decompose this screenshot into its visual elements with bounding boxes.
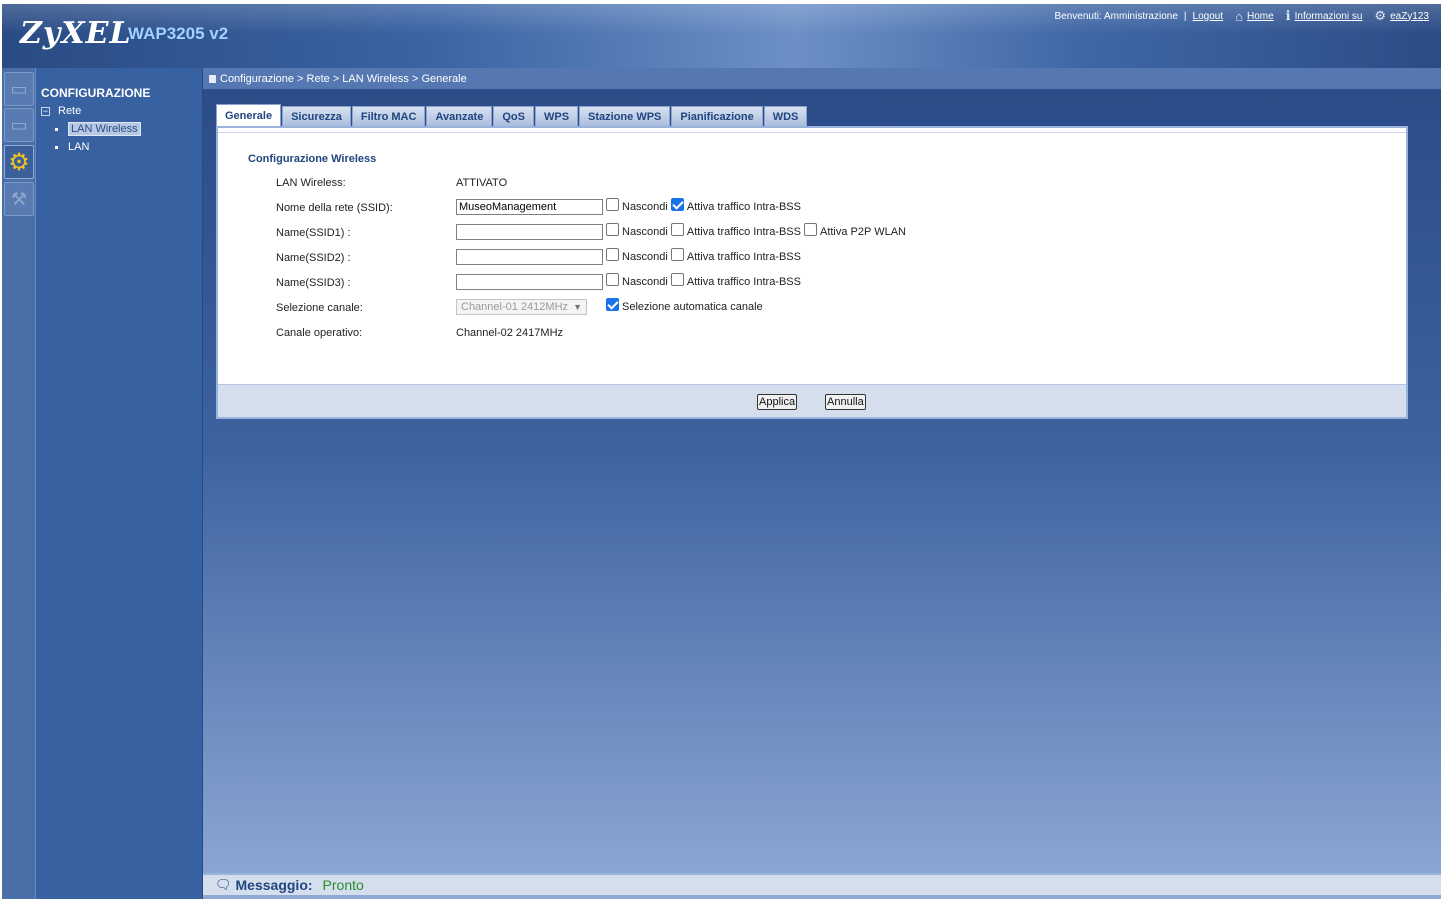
home-icon: ⌂ xyxy=(1235,8,1243,24)
network-monitor-icon[interactable]: ▭ xyxy=(4,108,34,142)
tree-group-label: Rete xyxy=(58,105,82,117)
info-icon: ℹ xyxy=(1285,8,1291,23)
chevron-down-icon: ▼ xyxy=(573,302,582,312)
ssid2-intra-bss-label: Attiva traffico Intra-BSS xyxy=(686,251,801,263)
wizard-icon: ⚙ xyxy=(1374,8,1387,23)
ssid-label: Nome della rete (SSID): xyxy=(276,202,393,214)
ssid3-intra-bss-label: Attiva traffico Intra-BSS xyxy=(686,276,801,288)
ssid-intra-bss-checkbox[interactable] xyxy=(670,197,684,211)
message-value: Pronto xyxy=(322,877,364,893)
auto-channel-label: Selezione automatica canale xyxy=(622,301,763,313)
collapse-icon[interactable]: − xyxy=(41,106,50,116)
ssid1-hide-checkbox[interactable] xyxy=(606,222,619,236)
tab-wds[interactable]: WDS xyxy=(763,106,808,126)
link-separator: | xyxy=(1183,10,1187,22)
ssid2-intra-bss-checkbox[interactable] xyxy=(670,247,684,261)
section-title: Configurazione Wireless xyxy=(248,153,377,165)
tab-avanzate[interactable]: Avanzate xyxy=(426,106,493,126)
ssid-intra-bss-label: Attiva traffico Intra-BSS xyxy=(686,201,801,213)
model-name: WAP3205 v2 xyxy=(128,24,229,43)
ssid2-hide-checkbox[interactable] xyxy=(606,247,619,261)
status-bar: 🗨 Messaggio: Pronto xyxy=(203,873,1441,895)
breadcrumb: Configurazione > Rete > LAN Wireless > G… xyxy=(203,68,1441,90)
bullet-icon xyxy=(55,145,58,149)
navigation-panel: CONFIGURAZIONE − Rete LAN Wireless LAN xyxy=(36,68,203,899)
icon-rail: ▭ ▭ ⚙ ⚒ xyxy=(2,68,36,899)
tree-item-label: LAN xyxy=(68,141,90,153)
message-label: Messaggio: xyxy=(235,877,313,893)
nav-title: CONFIGURAZIONE xyxy=(41,86,151,100)
main-content: Configurazione > Rete > LAN Wireless > G… xyxy=(203,68,1441,899)
welcome-text: Benvenuti: Amministrazione xyxy=(1054,10,1178,22)
status-monitor-icon[interactable]: ▭ xyxy=(4,72,34,106)
easy123-link[interactable]: eaZy123 xyxy=(1390,11,1429,22)
logout-link[interactable]: Logout xyxy=(1193,11,1224,22)
bullet-icon xyxy=(55,127,58,131)
channel-select-value: Channel-01 2412MHz xyxy=(461,301,569,313)
top-links: Benvenuti: Amministrazione | Logout ⌂ Ho… xyxy=(1055,8,1430,24)
channel-label: Selezione canale: xyxy=(276,302,363,314)
ssid1-p2p-label: Attiva P2P WLAN xyxy=(819,226,906,238)
ssid1-input[interactable] xyxy=(456,224,603,240)
channel-row: Channel-01 2412MHz ▼ Selezione automatic… xyxy=(456,297,766,315)
ssid-hide-checkbox[interactable] xyxy=(606,197,619,211)
ssid2-row: Nascondi Attiva traffico Intra-BSS xyxy=(456,247,804,265)
ssid1-row: Nascondi Attiva traffico Intra-BSS Attiv… xyxy=(456,222,909,240)
ssid3-label: Name(SSID3) : xyxy=(276,277,351,289)
tab-generale[interactable]: Generale xyxy=(216,104,282,126)
form-area: Configurazione Wireless LAN Wireless: AT… xyxy=(218,132,1406,384)
tab-wps[interactable]: WPS xyxy=(534,106,579,126)
apply-button[interactable]: Applica xyxy=(757,394,798,410)
breadcrumb-text: Configurazione > Rete > LAN Wireless > G… xyxy=(220,72,467,85)
ssid1-p2p-checkbox[interactable] xyxy=(803,222,817,236)
button-bar: Applica Annulla xyxy=(218,384,1406,417)
ssid3-row: Nascondi Attiva traffico Intra-BSS xyxy=(456,272,804,290)
channel-select[interactable]: Channel-01 2412MHz ▼ xyxy=(456,299,587,315)
ssid3-intra-bss-checkbox[interactable] xyxy=(670,272,684,286)
tab-pianificazione[interactable]: Pianificazione xyxy=(671,106,763,126)
ssid1-label: Name(SSID1) : xyxy=(276,227,351,239)
zyxel-logo: ZyXEL xyxy=(20,16,132,51)
ssid-hide-label: Nascondi xyxy=(622,201,668,213)
page-icon xyxy=(209,74,216,83)
tree-item-label: LAN Wireless xyxy=(68,122,141,136)
tree-item-lan-wireless[interactable]: LAN Wireless xyxy=(55,122,141,136)
auto-channel-checkbox[interactable] xyxy=(606,297,619,311)
tab-filtro-mac[interactable]: Filtro MAC xyxy=(351,106,426,126)
ssid2-input[interactable] xyxy=(456,249,603,265)
tab-qos[interactable]: QoS xyxy=(493,106,534,126)
tab-stazione-wps[interactable]: Stazione WPS xyxy=(579,106,671,126)
operating-channel-value: Channel-02 2417MHz xyxy=(456,327,564,339)
ssid1-intra-bss-checkbox[interactable] xyxy=(670,222,684,236)
about-link[interactable]: Informazioni su xyxy=(1295,11,1363,22)
ssid-input[interactable] xyxy=(456,199,603,215)
ssid3-hide-checkbox[interactable] xyxy=(606,272,619,286)
ssid-row: Nascondi Attiva traffico Intra-BSS xyxy=(456,197,804,215)
operating-channel-label: Canale operativo: xyxy=(276,327,363,339)
ssid1-hide-label: Nascondi xyxy=(622,226,668,238)
ssid3-input[interactable] xyxy=(456,274,603,290)
maintenance-icon[interactable]: ⚒ xyxy=(4,182,34,216)
ssid3-hide-label: Nascondi xyxy=(622,276,668,288)
configuration-gear-icon[interactable]: ⚙ xyxy=(4,145,34,179)
app-window: ZyXEL WAP3205 v2 Benvenuti: Amministrazi… xyxy=(2,4,1441,899)
ssid2-label: Name(SSID2) : xyxy=(276,252,351,264)
ssid1-intra-bss-label: Attiva traffico Intra-BSS xyxy=(686,226,801,238)
settings-panel: Configurazione Wireless LAN Wireless: AT… xyxy=(216,126,1408,419)
home-link[interactable]: Home xyxy=(1247,11,1274,22)
cancel-button[interactable]: Annulla xyxy=(825,394,866,410)
wireless-lan-label: LAN Wireless: xyxy=(276,177,346,189)
wireless-lan-value: ATTIVATO xyxy=(456,177,508,189)
header: ZyXEL WAP3205 v2 Benvenuti: Amministrazi… xyxy=(2,4,1441,68)
tab-sicurezza[interactable]: Sicurezza xyxy=(282,106,351,126)
tree-item-lan[interactable]: LAN xyxy=(55,141,89,153)
message-icon: 🗨 xyxy=(215,877,232,892)
tree-group-rete[interactable]: − Rete xyxy=(41,105,81,117)
tab-bar: Generale Sicurezza Filtro MAC Avanzate Q… xyxy=(216,104,808,126)
ssid2-hide-label: Nascondi xyxy=(622,251,668,263)
